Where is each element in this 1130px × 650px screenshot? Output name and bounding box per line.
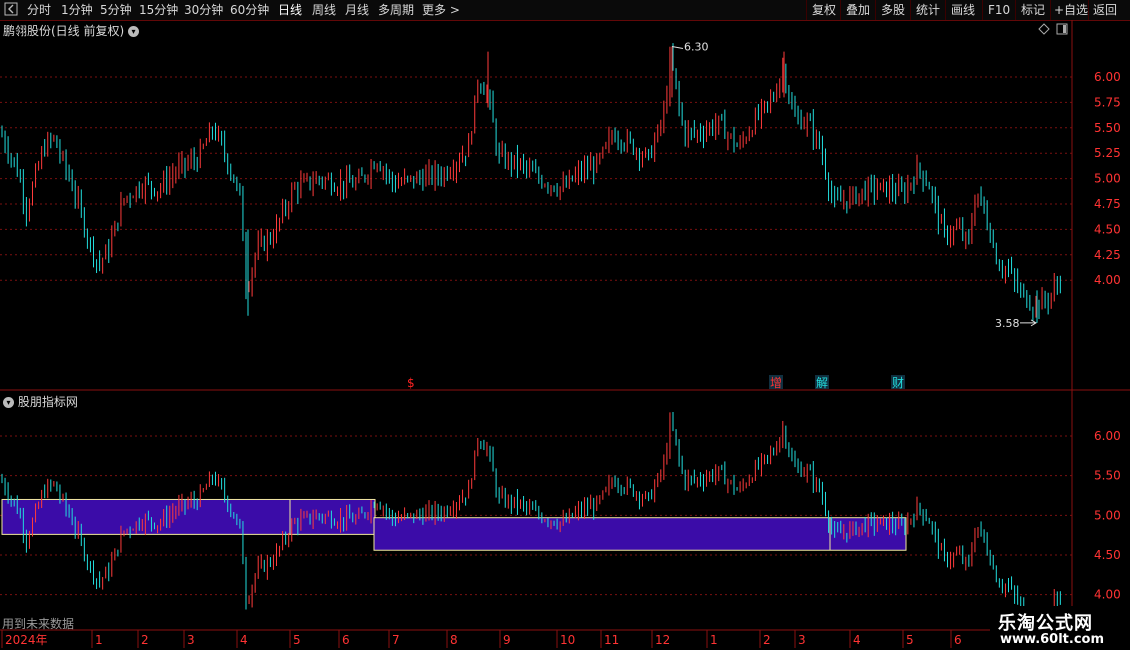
- f10-button[interactable]: F10: [988, 2, 1010, 18]
- event-markers: $ 增 解 财: [407, 375, 905, 390]
- xaxis-label: 2: [141, 633, 149, 647]
- toolbar-separator: [1050, 0, 1051, 20]
- fuquan-button[interactable]: 复权: [812, 2, 836, 18]
- period-tab-multi[interactable]: 多周期: [378, 2, 414, 18]
- low-price-label: 3.58: [995, 317, 1020, 330]
- xaxis-label: 2: [763, 633, 771, 647]
- indicator-tick-label: 5.00: [1094, 508, 1121, 522]
- back-icon[interactable]: [4, 2, 18, 18]
- indicator-title: ▾ 股朋指标网: [3, 393, 78, 410]
- toolbar-separator: [945, 0, 946, 20]
- event-marker: 解: [816, 376, 828, 390]
- toolbar-separator: [1015, 0, 1016, 20]
- xaxis-label: 1: [95, 633, 103, 647]
- price-tick-label: 4.50: [1094, 222, 1121, 236]
- xaxis-label: 3: [187, 633, 195, 647]
- indicator-title-text: 股朋指标网: [17, 395, 78, 409]
- event-marker: $: [407, 376, 415, 390]
- xaxis-label: 10: [560, 633, 575, 647]
- price-tick-label: 4.00: [1094, 273, 1121, 287]
- period-tab-15min[interactable]: 15分钟: [139, 2, 178, 18]
- chart-title-text: 鹏翎股份(日线 前复权): [3, 24, 125, 38]
- xaxis-label: 4: [853, 633, 861, 647]
- price-tick-label: 5.00: [1094, 172, 1121, 186]
- high-arrow-icon: [671, 46, 684, 50]
- xaxis-label: 11: [604, 633, 619, 647]
- indicator-tick-label: 5.50: [1094, 469, 1121, 483]
- toolbar-separator: [806, 0, 807, 20]
- xaxis-label: 2024年: [5, 633, 48, 647]
- draw-line-button[interactable]: 画线: [951, 2, 975, 18]
- price-tick-label: 5.25: [1094, 146, 1121, 160]
- period-tab-monthly[interactable]: 月线: [345, 2, 369, 18]
- event-marker: 增: [770, 376, 782, 390]
- toolbar-separator: [982, 0, 983, 20]
- xaxis-label: 9: [503, 633, 511, 647]
- kline-chart-area[interactable]: 6.00 5.75 5.50 5.25 5.00 4.75 4.50 4.25 4.00 6.00…: [0, 20, 1130, 650]
- xaxis-label: 3: [798, 633, 806, 647]
- indicator-tick-label: 6.00: [1094, 429, 1121, 443]
- xaxis-label: 1: [710, 633, 718, 647]
- statistics-button[interactable]: 统计: [916, 2, 940, 18]
- xaxis-label: 4: [240, 633, 248, 647]
- add-watchlist-button[interactable]: +自选: [1054, 2, 1088, 18]
- price-tick-label: 4.25: [1094, 248, 1121, 262]
- future-data-note: 用到未来数据: [2, 617, 75, 631]
- return-button[interactable]: 返回: [1093, 2, 1117, 18]
- price-tick-label: 6.00: [1094, 70, 1121, 84]
- xaxis-label: 8: [450, 633, 458, 647]
- period-tab-fenshi[interactable]: 分时: [27, 2, 51, 18]
- toolbar-separator: [1088, 0, 1089, 20]
- indicator-tick-label: 4.50: [1094, 548, 1121, 562]
- xaxis-label: 7: [392, 633, 400, 647]
- chevron-down-icon[interactable]: ▾: [128, 26, 140, 37]
- price-tick-label: 5.50: [1094, 121, 1121, 135]
- panel-toggle-icon[interactable]: [1056, 23, 1068, 38]
- event-marker: 财: [892, 376, 904, 390]
- chevron-down-icon[interactable]: ▾: [3, 397, 14, 408]
- toolbar-separator: [840, 0, 841, 20]
- period-tab-60min[interactable]: 60分钟: [230, 2, 269, 18]
- main-chart-title: 鹏翎股份(日线 前复权) ▾: [3, 22, 140, 39]
- price-tick-label: 5.75: [1094, 95, 1121, 109]
- multi-stock-button[interactable]: 多股: [881, 2, 905, 18]
- indicator-zones: [1, 498, 907, 551]
- period-toolbar: 分时 1分钟 5分钟 15分钟 30分钟 60分钟 日线 周线 月线 多周期 更…: [0, 0, 1130, 21]
- xaxis-label: 6: [954, 633, 962, 647]
- period-tab-more[interactable]: 更多 >: [422, 2, 460, 18]
- main-candles: [1, 43, 1061, 323]
- diamond-icon[interactable]: [1038, 23, 1050, 38]
- watermark-url: www.60lt.com: [1000, 632, 1105, 647]
- xaxis-label: 5: [906, 633, 914, 647]
- low-arrow-icon: [1020, 319, 1037, 327]
- price-tick-label: 4.75: [1094, 197, 1121, 211]
- xaxis-label: 6: [342, 633, 350, 647]
- mark-button[interactable]: 标记: [1021, 2, 1045, 18]
- overlay-button[interactable]: 叠加: [846, 2, 870, 18]
- period-tab-5min[interactable]: 5分钟: [100, 2, 132, 18]
- site-watermark: 乐淘公式网 www.60lt.com: [990, 606, 1130, 650]
- period-tab-daily[interactable]: 日线: [278, 2, 302, 18]
- indicator-tick-label: 4.00: [1094, 588, 1121, 602]
- xaxis-label: 5: [293, 633, 301, 647]
- period-tab-30min[interactable]: 30分钟: [184, 2, 223, 18]
- toolbar-separator: [910, 0, 911, 20]
- period-tab-1min[interactable]: 1分钟: [61, 2, 93, 18]
- period-tab-weekly[interactable]: 周线: [312, 2, 336, 18]
- xaxis-label: 12: [655, 633, 670, 647]
- indicator-zone: [373, 517, 907, 551]
- high-price-label: 6.30: [684, 41, 709, 54]
- toolbar-separator: [875, 0, 876, 20]
